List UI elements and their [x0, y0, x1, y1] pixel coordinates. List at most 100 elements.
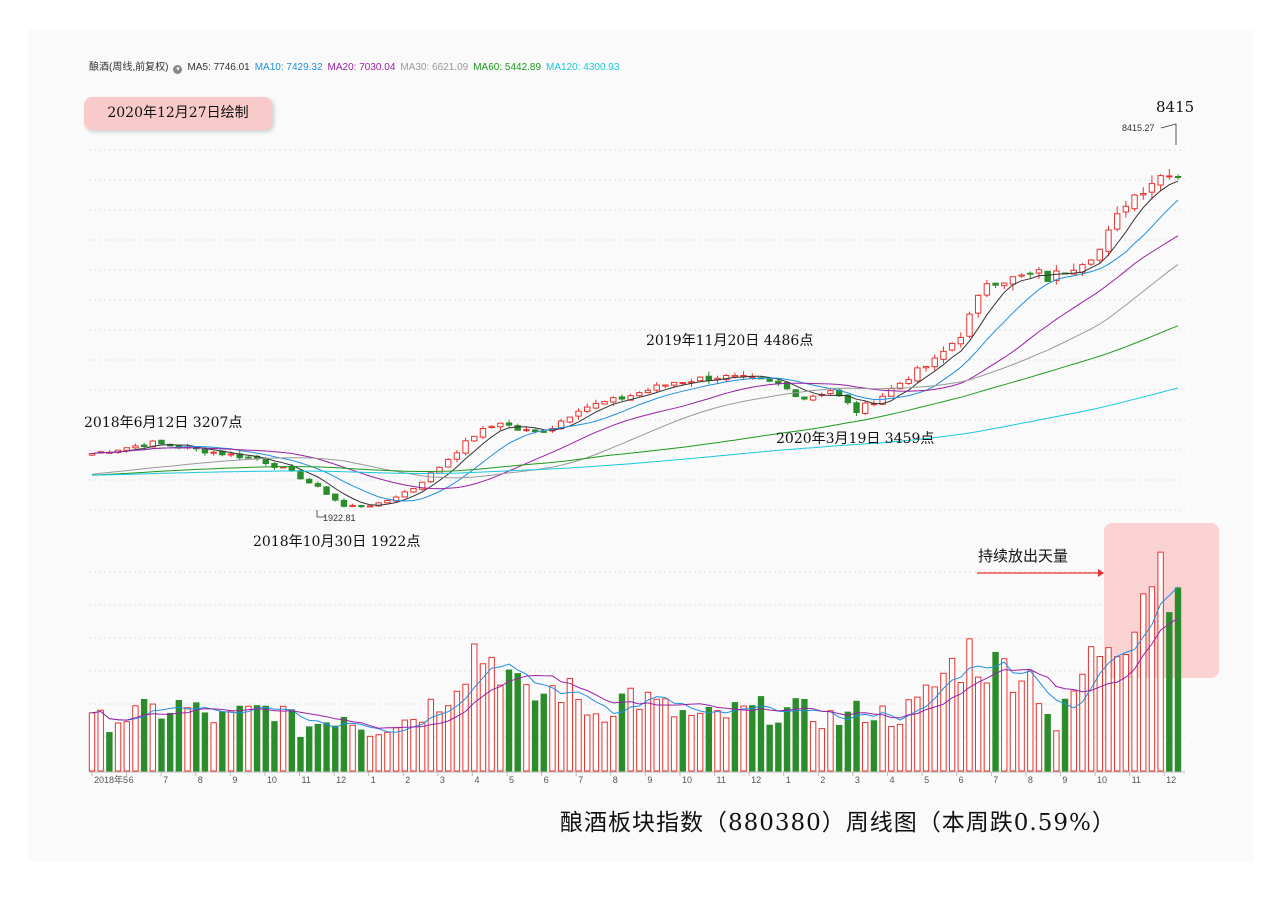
- volume-bar: [931, 686, 938, 772]
- kline-chart: 2018年5 6 7 8 9 10 11 12 1 2 3 4 5 6 7 8 9 10 11 12 1 2 3 4 5 6 7 8 9…: [84, 98, 1219, 785]
- candle: [566, 416, 574, 423]
- candle: [1044, 270, 1051, 282]
- month-label: 2: [820, 775, 825, 785]
- volume-bar: [966, 638, 973, 772]
- volume-bar: [245, 705, 252, 772]
- candle: [358, 505, 365, 508]
- candle: [349, 504, 356, 507]
- candle: [853, 402, 860, 414]
- volume-bar: [332, 725, 339, 772]
- candle: [1035, 269, 1043, 274]
- volume-bar: [453, 690, 461, 772]
- volume-bar: [584, 714, 591, 772]
- volume-bar: [505, 669, 513, 772]
- peak-label: 8415: [1156, 98, 1194, 116]
- volume-bar: [853, 700, 860, 772]
- volume-bar: [210, 722, 217, 772]
- volume-bar: [1166, 612, 1173, 772]
- volume-bars: [88, 551, 1182, 772]
- annotation-2019-11: 2019年11月20日 4486点: [646, 333, 813, 349]
- volume-bar: [531, 700, 539, 772]
- volume-bar: [471, 643, 478, 772]
- volume-bar: [288, 709, 296, 772]
- low-price-label: 1922.81: [323, 513, 356, 523]
- ma120-line: [91, 387, 1179, 476]
- candle: [1001, 282, 1008, 287]
- candle: [1174, 176, 1182, 179]
- annotation-2018-10: 2018年10月30日 1922点: [253, 534, 420, 550]
- peak-arrow: [1160, 123, 1177, 145]
- volume-bar: [1044, 714, 1051, 772]
- candle: [436, 466, 443, 474]
- volume-bar: [193, 702, 200, 772]
- volume-bar: [1035, 703, 1043, 772]
- candle: [618, 396, 626, 400]
- volume-bar: [445, 705, 452, 772]
- volume-bar: [184, 707, 191, 772]
- volume-bar: [888, 726, 895, 772]
- month-label: 2018年5: [94, 774, 128, 785]
- volume-bar: [340, 716, 348, 772]
- ma20-line: [91, 235, 1179, 490]
- month-label: 9: [647, 775, 652, 785]
- volume-bar: [1131, 631, 1138, 772]
- volume-bar: [1053, 730, 1060, 772]
- candle: [957, 336, 964, 345]
- month-label: 8: [613, 775, 618, 785]
- month-label: 11: [717, 775, 726, 785]
- candle: [1166, 175, 1173, 178]
- candle: [332, 493, 339, 501]
- volume-bar: [314, 723, 322, 772]
- volume-bar: [1001, 658, 1008, 772]
- candle: [219, 450, 226, 456]
- volume-bar: [749, 705, 756, 772]
- volume-bar: [723, 717, 730, 772]
- volume-bar: [731, 702, 739, 772]
- volume-bar: [705, 706, 713, 772]
- volume-bar: [592, 713, 600, 772]
- candle: [471, 435, 478, 442]
- candle: [670, 381, 678, 386]
- volume-bar: [827, 710, 834, 772]
- peak-price-label: 8415.27: [1122, 123, 1155, 133]
- candle: [679, 382, 686, 385]
- candle: [1122, 205, 1130, 213]
- volume-bar: [114, 722, 122, 772]
- candle: [410, 488, 417, 493]
- candle: [636, 392, 643, 397]
- candle: [531, 429, 539, 433]
- candle: [610, 397, 617, 403]
- candle: [1157, 175, 1164, 186]
- volume-bar: [306, 726, 313, 772]
- volume-bar: [253, 705, 261, 772]
- candle: [653, 384, 660, 391]
- volume-bar: [106, 732, 113, 772]
- volume-bar: [279, 705, 287, 772]
- volume-bar: [297, 736, 304, 772]
- candle: [1087, 259, 1095, 265]
- volume-bar: [427, 698, 435, 772]
- volume-bar: [862, 721, 869, 772]
- candle: [575, 410, 582, 417]
- candle: [1096, 248, 1104, 261]
- volume-bar: [375, 734, 382, 772]
- volume-bar: [1061, 698, 1069, 772]
- candle: [540, 430, 547, 433]
- volume-bar: [236, 705, 243, 772]
- candle: [462, 440, 469, 454]
- candle: [384, 499, 391, 504]
- candle: [905, 379, 912, 384]
- candle: [401, 491, 408, 498]
- volume-bar: [922, 684, 930, 772]
- candle: [488, 425, 495, 428]
- candle: [306, 478, 313, 484]
- candle: [662, 384, 669, 387]
- month-label: 11: [302, 775, 311, 785]
- month-label: 12: [751, 775, 761, 785]
- candle: [922, 365, 930, 369]
- candle: [453, 452, 461, 460]
- month-label: 3: [440, 775, 445, 785]
- candle: [948, 342, 956, 351]
- candle: [505, 422, 513, 426]
- candle: [323, 486, 330, 495]
